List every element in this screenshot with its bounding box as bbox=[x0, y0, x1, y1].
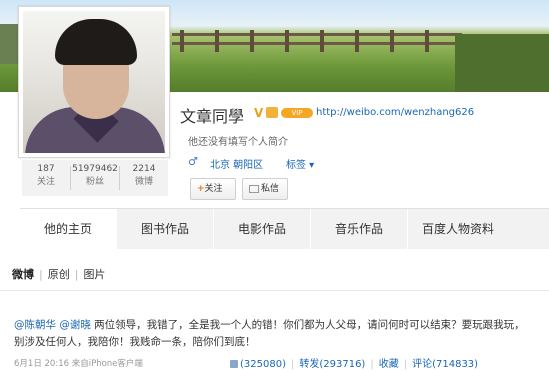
filter-original[interactable]: 原创 bbox=[48, 268, 70, 281]
fence-post bbox=[285, 30, 289, 52]
comment-button[interactable]: 评论(714833) bbox=[412, 359, 478, 370]
like-count: (325080) bbox=[240, 359, 286, 370]
post-body: 两位领导，我错了，全是我一个人的错！你们都为人父母，请问何时可以结束？要玩跟我玩… bbox=[14, 319, 525, 348]
tab-baidu-profile[interactable]: 百度人物资料 bbox=[408, 209, 549, 249]
stat-following-label: 关注 bbox=[36, 177, 55, 187]
tags-dropdown[interactable]: 标签 ▾ bbox=[286, 156, 314, 171]
tab-movies[interactable]: 电影作品 bbox=[214, 209, 310, 249]
fence-post bbox=[390, 30, 394, 52]
like-button[interactable]: (325080) bbox=[230, 359, 286, 370]
mention-link[interactable]: @陈朝华 bbox=[14, 319, 56, 331]
repost-button[interactable]: 转发(293716) bbox=[299, 359, 365, 370]
filter-pictures[interactable]: 图片 bbox=[83, 268, 105, 281]
banner-fence-left bbox=[0, 24, 20, 64]
feed-filter-nav: 微博 | 原创 | 图片 bbox=[12, 266, 105, 282]
stat-followers-count: 51979462 bbox=[72, 164, 118, 174]
envelope-icon bbox=[249, 184, 259, 193]
fence-post bbox=[425, 30, 429, 52]
male-icon: ♂ bbox=[188, 155, 198, 168]
fence-post bbox=[355, 30, 359, 52]
weibo-post-text: @陈朝华 @谢晓 两位领导，我错了，全是我一个人的错！你们都为人父母，请问何时可… bbox=[14, 317, 534, 351]
tab-books[interactable]: 图书作品 bbox=[117, 209, 213, 249]
action-separator: | bbox=[290, 359, 295, 370]
favorite-button[interactable]: 收藏 bbox=[379, 359, 399, 370]
profile-bio: 他还没有填写个人简介 bbox=[188, 137, 288, 148]
plus-icon: + bbox=[197, 184, 205, 194]
follow-button-label: 关注 bbox=[204, 184, 223, 194]
stat-following-count: 187 bbox=[37, 164, 55, 174]
mention-link[interactable]: @谢晓 bbox=[59, 319, 91, 331]
stat-followers[interactable]: 51979462 粉丝 bbox=[71, 163, 119, 189]
fence-post bbox=[215, 30, 219, 52]
profile-url-link[interactable]: http://weibo.com/wenzhang626 bbox=[316, 107, 474, 118]
feed-divider bbox=[0, 290, 549, 291]
stat-posts-count: 2214 bbox=[132, 164, 156, 174]
filter-separator: | bbox=[39, 268, 43, 281]
crown-icon[interactable] bbox=[266, 107, 278, 118]
profile-location[interactable]: 北京 朝阳区 bbox=[210, 156, 263, 171]
action-separator: | bbox=[370, 359, 374, 370]
filter-weibo[interactable]: 微博 bbox=[12, 268, 34, 281]
stat-posts[interactable]: 2214 微博 bbox=[120, 163, 168, 189]
profile-tabs: 他的主页 图书作品 电影作品 音乐作品 百度人物资料 bbox=[20, 208, 549, 249]
post-meta: 6月1日 20:16 来自iPhone客户端 bbox=[14, 359, 143, 369]
profile-stats: 187 关注 51979462 粉丝 2214 微博 bbox=[22, 160, 168, 196]
tab-music[interactable]: 音乐作品 bbox=[311, 209, 407, 249]
avatar-photo bbox=[23, 11, 165, 153]
stat-posts-label: 微博 bbox=[134, 177, 153, 187]
thumbs-up-icon bbox=[230, 360, 238, 368]
profile-name: 文章同學 bbox=[180, 107, 245, 126]
action-separator: | bbox=[403, 359, 408, 370]
fence-post bbox=[250, 30, 254, 52]
banner-hillside bbox=[455, 34, 549, 92]
filter-separator: | bbox=[74, 268, 79, 281]
vip-badge[interactable]: VIP bbox=[281, 108, 313, 118]
stat-following[interactable]: 187 关注 bbox=[22, 163, 70, 189]
tab-home[interactable]: 他的主页 bbox=[20, 209, 116, 249]
message-button[interactable]: 私信 bbox=[242, 178, 288, 200]
message-button-label: 私信 bbox=[261, 184, 280, 194]
avatar-hair bbox=[55, 19, 137, 65]
fence-post bbox=[320, 30, 324, 52]
verified-icon[interactable]: V bbox=[254, 106, 263, 120]
avatar[interactable] bbox=[18, 6, 170, 158]
follow-button[interactable]: +关注 bbox=[190, 178, 236, 200]
stat-followers-label: 粉丝 bbox=[85, 177, 104, 187]
fence-post bbox=[180, 30, 184, 52]
post-actions: (325080) | 转发(293716) | 收藏 | 评论(714833) bbox=[230, 355, 478, 370]
